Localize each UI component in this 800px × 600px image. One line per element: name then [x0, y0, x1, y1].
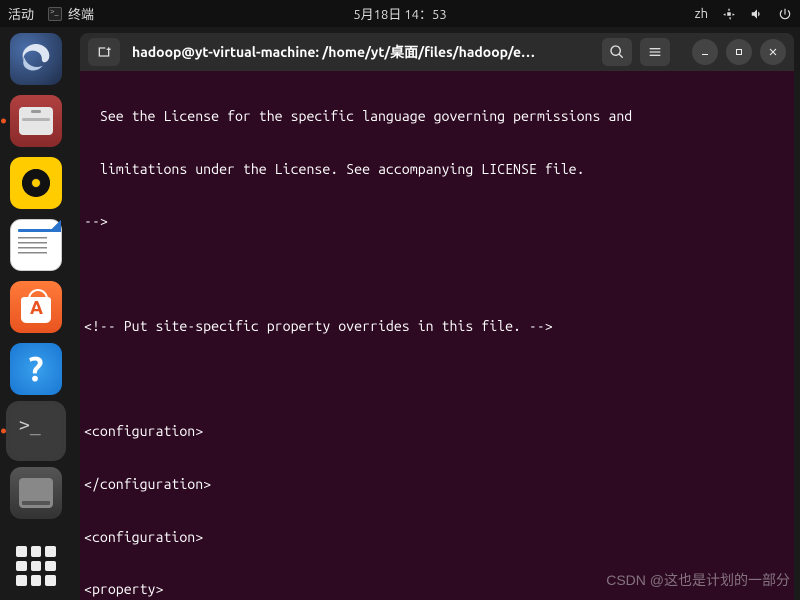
- app-menu-label: 终端: [68, 4, 94, 23]
- close-icon: [767, 46, 779, 58]
- terminal-line: See the License for the specific languag…: [84, 108, 632, 124]
- gnome-top-bar: 活动 终端 5月18日 14：53 zh: [0, 0, 800, 27]
- network-icon[interactable]: [722, 7, 736, 21]
- dock-app-rhythmbox[interactable]: [10, 157, 62, 209]
- terminal-line: </configuration>: [84, 476, 211, 492]
- power-icon[interactable]: [778, 7, 792, 21]
- dock-app-files[interactable]: [10, 95, 62, 147]
- terminal-line: <configuration>: [84, 529, 203, 545]
- activities-button[interactable]: 活动: [8, 4, 34, 23]
- dock: A ?: [0, 27, 72, 600]
- dock-app-help[interactable]: ?: [10, 343, 62, 395]
- dock-app-writer[interactable]: [10, 219, 62, 271]
- menu-button[interactable]: [640, 38, 670, 66]
- terminal-icon: [48, 7, 62, 21]
- minimize-button[interactable]: [692, 39, 718, 65]
- show-applications-button[interactable]: [16, 546, 56, 586]
- maximize-button[interactable]: [726, 39, 752, 65]
- new-tab-button[interactable]: [88, 38, 120, 66]
- dock-app-disk[interactable]: [10, 467, 62, 519]
- clock[interactable]: 5月18日 14：53: [353, 4, 446, 23]
- search-button[interactable]: [602, 38, 632, 66]
- dock-app-software[interactable]: A: [10, 281, 62, 333]
- terminal-line: -->: [84, 213, 108, 229]
- terminal-line: <configuration>: [84, 423, 203, 439]
- hamburger-icon: [647, 44, 663, 60]
- window-titlebar: hadoop@yt-virtual-machine: /home/yt/桌面/f…: [80, 33, 794, 71]
- terminal-line: limitations under the License. See accom…: [84, 161, 585, 177]
- minimize-icon: [699, 46, 711, 58]
- watermark: CSDN @这也是计划的一部分: [606, 570, 790, 590]
- dock-app-thunderbird[interactable]: [10, 33, 62, 85]
- app-menu[interactable]: 终端: [48, 4, 94, 23]
- new-tab-icon: [96, 44, 112, 60]
- maximize-icon: [733, 46, 745, 58]
- volume-icon[interactable]: [750, 7, 764, 21]
- dock-app-terminal[interactable]: [10, 405, 62, 457]
- close-button[interactable]: [760, 39, 786, 65]
- terminal-output[interactable]: See the License for the specific languag…: [80, 71, 794, 600]
- terminal-line: <!-- Put site-specific property override…: [84, 318, 553, 334]
- terminal-line: <property>: [84, 581, 163, 597]
- search-icon: [609, 44, 625, 60]
- window-title: hadoop@yt-virtual-machine: /home/yt/桌面/f…: [128, 42, 594, 62]
- input-method-indicator[interactable]: zh: [695, 7, 708, 21]
